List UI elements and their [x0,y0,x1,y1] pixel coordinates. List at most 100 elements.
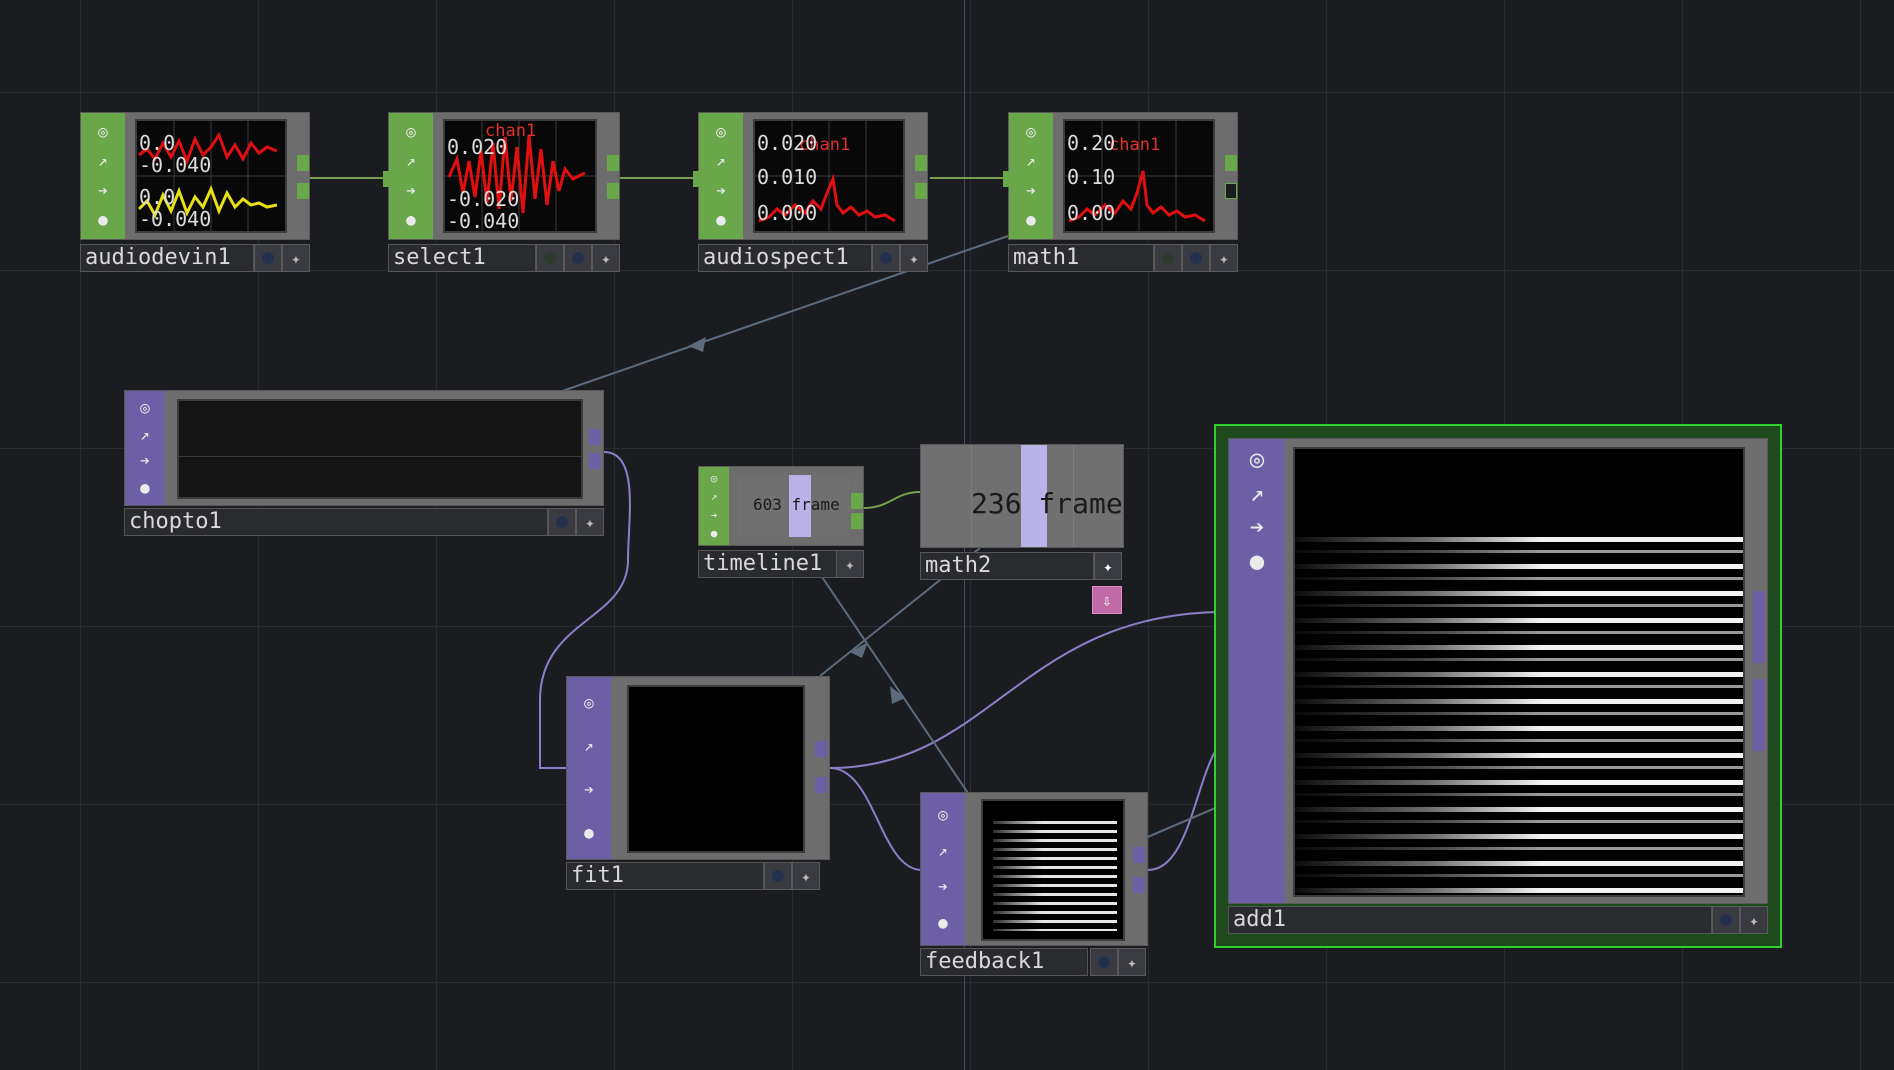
node-audiospect1[interactable]: ◎ ↗ ➔ ● chan1 0.020 0.010 0.000 audiospe… [693,112,928,272]
display-flag[interactable] [872,244,900,272]
output-port[interactable] [589,453,601,469]
viewer-flag[interactable] [1154,244,1182,272]
node-fit1[interactable]: ◎ ↗ ➔ ● fit1 ✦ [566,676,830,892]
viewer-icon[interactable]: ◎ [702,470,726,486]
output-port[interactable] [607,183,619,199]
display-icon[interactable]: ➔ [1245,515,1269,539]
clone-icon[interactable]: ✦ [1094,552,1122,580]
node-feedback1[interactable]: ◎ ↗ ➔ ● feedback1 ✦ [920,792,1148,978]
clone-icon[interactable]: ✦ [1210,244,1238,272]
output-port[interactable] [815,741,827,757]
viewer-icon[interactable]: ◎ [577,691,601,715]
clone-icon[interactable]: ✦ [1118,948,1146,976]
viewer-icon[interactable]: ◎ [1245,447,1269,471]
node-name[interactable]: timeline1 [698,550,838,578]
viewer-icon[interactable]: ◎ [1019,120,1043,144]
node-name[interactable]: add1 [1228,906,1712,934]
node-name[interactable]: select1 [388,244,536,272]
download-icon[interactable]: ⇩ [1092,586,1122,614]
output-port[interactable] [589,429,601,445]
bypass-icon[interactable]: ↗ [709,149,733,173]
node-name[interactable]: audiodevin1 [80,244,254,272]
lock-icon[interactable]: ● [91,208,115,232]
network-editor[interactable]: ◎ ↗ ➔ ● 0.0 -0.040 0.0 -0.040 audiodevin… [0,0,1894,1070]
input-port[interactable] [567,761,579,777]
display-icon[interactable]: ➔ [399,179,423,203]
clone-icon[interactable]: ✦ [1740,906,1768,934]
display-flag[interactable] [564,244,592,272]
output-port[interactable] [607,155,619,171]
input-port[interactable] [1229,609,1241,625]
clone-icon[interactable]: ✦ [900,244,928,272]
display-icon[interactable]: ➔ [577,778,601,802]
node-name[interactable]: fit1 [566,862,764,890]
input-port[interactable] [921,865,933,881]
output-port[interactable] [297,183,309,199]
node-select1[interactable]: ◎ ↗ ➔ ● 0.020 chan1 -0.020 -0.040 select… [383,112,620,272]
lock-icon[interactable]: ● [1245,549,1269,573]
output-port[interactable] [915,155,927,171]
output-port[interactable] [1133,847,1145,863]
bypass-icon[interactable]: ↗ [1245,481,1269,505]
input-port[interactable] [1229,723,1241,739]
clone-icon[interactable]: ✦ [792,862,820,890]
lock-icon[interactable]: ● [931,911,955,935]
lock-icon[interactable]: ● [577,821,601,845]
display-flag[interactable] [764,862,792,890]
node-math2[interactable]: 236 frame math2 ✦ ⇩ [920,444,1126,616]
input-port[interactable] [383,171,395,187]
node-name[interactable]: math2 [920,552,1094,580]
display-flag[interactable] [1090,948,1118,976]
input-port[interactable] [693,171,705,187]
output-port[interactable] [851,493,863,509]
bypass-icon[interactable]: ↗ [931,839,955,863]
lock-icon[interactable]: ● [709,208,733,232]
viewer-flag[interactable] [536,244,564,272]
node-math1[interactable]: ◎ ↗ ➔ ● chan1 0.20 0.10 0.00 math1 ✦ [1003,112,1238,272]
output-port[interactable] [1133,877,1145,893]
bypass-icon[interactable]: ↗ [702,489,726,505]
display-flag[interactable] [1182,244,1210,272]
output-port[interactable] [1225,155,1237,171]
display-flag[interactable] [548,508,576,536]
display-icon[interactable]: ➔ [709,179,733,203]
bypass-icon[interactable]: ↗ [91,149,115,173]
display-icon[interactable]: ➔ [702,507,726,523]
bypass-icon[interactable]: ↗ [133,423,157,447]
input-port[interactable] [1003,171,1015,187]
viewer-icon[interactable]: ◎ [133,396,157,420]
node-add1[interactable]: ◎ ↗ ➔ ● add1 ✦ [1214,424,1782,948]
clone-icon[interactable]: ✦ [592,244,620,272]
display-icon[interactable]: ➔ [1019,179,1043,203]
output-port[interactable] [851,513,863,529]
clone-icon[interactable]: ✦ [282,244,310,272]
display-icon[interactable]: ➔ [133,449,157,473]
viewer-icon[interactable]: ◎ [91,120,115,144]
display-icon[interactable]: ➔ [91,179,115,203]
display-flag[interactable] [1712,906,1740,934]
lock-icon[interactable]: ● [399,208,423,232]
output-port[interactable] [815,777,827,793]
node-timeline1[interactable]: ◎ ↗ ➔ ● 603 frame timeline1 ✦ [698,466,864,578]
node-name[interactable]: feedback1 [920,948,1088,976]
node-audiodevin1[interactable]: ◎ ↗ ➔ ● 0.0 -0.040 0.0 -0.040 audiodevin… [80,112,310,272]
bypass-icon[interactable]: ↗ [577,734,601,758]
output-port[interactable] [1225,183,1237,199]
output-port[interactable] [1753,679,1765,751]
lock-icon[interactable]: ● [702,526,726,542]
display-icon[interactable]: ➔ [931,875,955,899]
output-port[interactable] [297,155,309,171]
output-port[interactable] [915,183,927,199]
lock-icon[interactable]: ● [1019,208,1043,232]
display-flag[interactable] [254,244,282,272]
viewer-icon[interactable]: ◎ [399,120,423,144]
viewer-icon[interactable]: ◎ [709,120,733,144]
node-name[interactable]: math1 [1008,244,1154,272]
bypass-icon[interactable]: ↗ [399,149,423,173]
lock-icon[interactable]: ● [133,476,157,500]
clone-icon[interactable]: ✦ [836,550,864,578]
node-name[interactable]: audiospect1 [698,244,872,272]
output-port[interactable] [1753,591,1765,663]
viewer-icon[interactable]: ◎ [931,803,955,827]
bypass-icon[interactable]: ↗ [1019,149,1043,173]
